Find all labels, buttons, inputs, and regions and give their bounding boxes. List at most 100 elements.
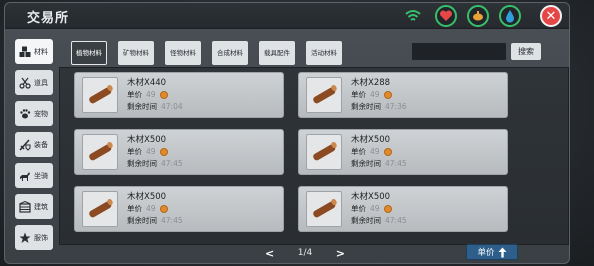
item-slot [82,134,118,170]
time-row: 剩余时间 47:45 [127,215,183,226]
item-name: 木材X440 [127,78,167,88]
time-row: 剩余时间 47:36 [351,101,407,112]
item-name: 木材X500 [127,192,167,202]
scissors-icon [19,77,31,89]
sidebar-item-label: 坐骑 [34,171,48,180]
listing-card[interactable]: 木材X500 单价 49 剩余时间 47:45 [74,186,284,232]
price-row: 单价 49 [127,89,168,100]
time-value: 47:45 [385,159,407,168]
sidebar-item-buildings[interactable]: 建筑 [15,194,53,219]
wood-log-icon [89,198,113,218]
listing-card[interactable]: 木材X500 单价 49 剩余时间 47:45 [298,186,508,232]
window-title: 交易所 [27,11,70,26]
sidebar-item-pets[interactable]: 宠物 [15,101,53,126]
sidebar-item-materials[interactable]: 材料 [15,39,53,64]
sidebar-item-label: 装备 [34,140,48,149]
sidebar-item-clothing[interactable]: 服饰 [15,225,53,250]
wifi-icon [405,10,421,21]
time-label: 剩余时间 [351,102,381,111]
heart-icon [439,10,453,21]
arrow-up-icon [498,247,506,257]
item-slot [82,191,118,227]
price-row: 单价 49 [351,203,392,214]
price-value: 49 [370,90,380,99]
next-page-button[interactable]: > [336,247,345,260]
close-icon: ✕ [545,8,557,24]
price-row: 单价 49 [127,146,168,157]
price-row: 单价 49 [127,203,168,214]
item-slot [82,77,118,113]
listing-grid: 木材X440 单价 49 剩余时间 47:04 木材X288 单价 49 剩余时… [59,67,569,245]
wood-log-icon [89,84,113,104]
price-row: 单价 49 [351,89,392,100]
price-value: 49 [370,147,380,156]
wood-log-icon [313,84,337,104]
tab-mineral-materials[interactable]: 矿物材料 [118,41,154,65]
price-label: 单价 [351,90,366,99]
tab-event-materials[interactable]: 活动材料 [306,41,342,65]
price-label: 单价 [127,90,142,99]
food-button[interactable] [467,5,489,27]
sidebar-item-equipment[interactable]: 装备 [15,132,53,157]
price-label: 单价 [127,147,142,156]
sidebar-item-label: 宠物 [34,109,48,118]
time-row: 剩余时间 47:45 [351,215,407,226]
time-row: 剩余时间 47:04 [127,101,183,112]
tab-plant-materials[interactable]: 植物材料 [71,41,107,65]
tab-vehicle-parts[interactable]: 载具配件 [259,41,295,65]
sidebar-item-label: 建筑 [34,202,48,211]
wood-log-icon [89,141,113,161]
sidebar-item-label: 道具 [34,78,48,87]
horse-icon [20,171,30,181]
price-row: 单价 49 [351,146,392,157]
price-value: 49 [146,90,156,99]
price-label: 单价 [127,204,142,213]
building-icon [19,200,31,213]
time-label: 剩余时间 [127,102,157,111]
wood-log-icon [313,198,337,218]
water-button[interactable] [499,5,521,27]
page-indicator: 1/4 [297,248,313,258]
time-value: 47:04 [161,102,183,111]
price-label: 单价 [351,147,366,156]
time-row: 剩余时间 47:45 [127,158,183,169]
trade-window: 交易所 ✕ 材料 道具 宠物 装备 坐骑 建筑 服饰 植物材料 矿物材料 怪物材… [4,2,570,264]
price-label: 单价 [351,204,366,213]
time-row: 剩余时间 47:45 [351,158,407,169]
time-label: 剩余时间 [351,159,381,168]
tab-monster-materials[interactable]: 怪物材料 [165,41,201,65]
time-value: 47:45 [161,159,183,168]
material-tabs: 植物材料 矿物材料 怪物材料 合成材料 载具配件 活动材料 [71,41,342,65]
close-button[interactable]: ✕ [540,5,562,27]
search-input[interactable] [412,43,506,60]
sort-by-price-button[interactable]: 单价 [466,244,518,260]
prev-page-button[interactable]: < [265,247,274,260]
water-drop-icon [506,10,514,23]
time-label: 剩余时间 [127,216,157,225]
sidebar-item-items[interactable]: 道具 [15,70,53,95]
coin-icon [159,147,168,156]
tab-crafted-materials[interactable]: 合成材料 [212,41,248,65]
health-button[interactable] [435,5,457,27]
coin-icon [383,204,392,213]
listing-card[interactable]: 木材X288 单价 49 剩余时间 47:36 [298,72,508,118]
listing-card[interactable]: 木材X500 单价 49 剩余时间 47:45 [74,129,284,175]
sidebar-item-mounts[interactable]: 坐骑 [15,163,53,188]
pagination: < 1/4 > [265,246,345,260]
price-value: 49 [370,204,380,213]
paw-icon [20,108,31,118]
title-bar: 交易所 ✕ [5,3,569,29]
star-icon [19,232,31,243]
search-button[interactable]: 搜索 [511,43,541,60]
listing-card[interactable]: 木材X500 单价 49 剩余时间 47:45 [298,129,508,175]
time-label: 剩余时间 [127,159,157,168]
item-name: 木材X288 [351,78,391,88]
time-label: 剩余时间 [351,216,381,225]
item-slot [306,77,342,113]
coin-icon [383,90,392,99]
item-name: 木材X500 [351,135,391,145]
listing-card[interactable]: 木材X440 单价 49 剩余时间 47:04 [74,72,284,118]
item-name: 木材X500 [351,192,391,202]
coin-icon [159,90,168,99]
category-sidebar: 材料 道具 宠物 装备 坐骑 建筑 服饰 [15,39,53,256]
